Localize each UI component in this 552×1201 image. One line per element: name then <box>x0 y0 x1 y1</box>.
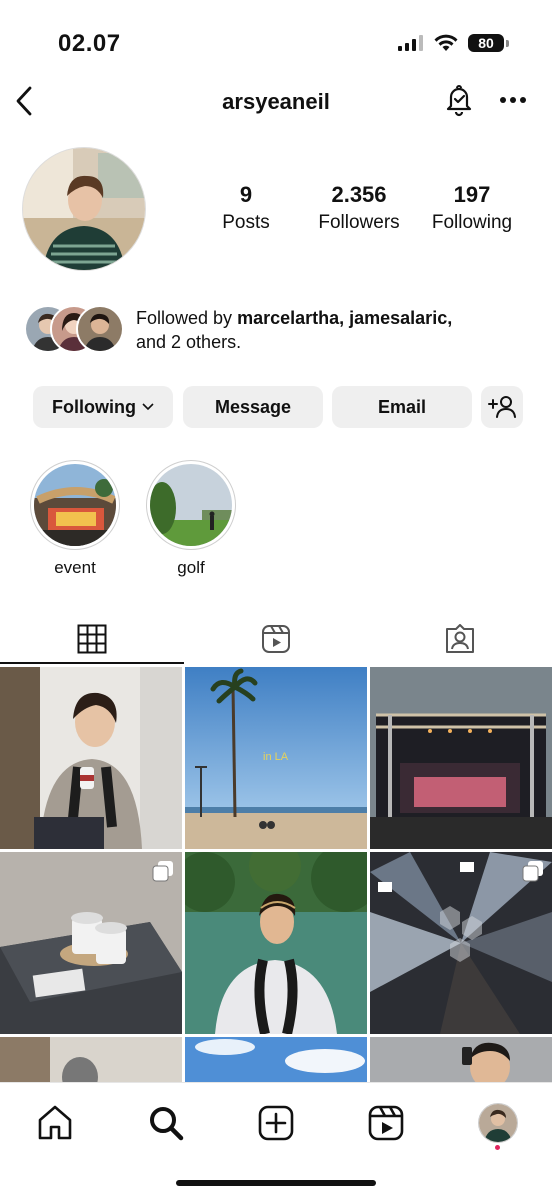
home-icon[interactable] <box>35 1103 75 1143</box>
profile-avatar[interactable] <box>478 1103 518 1143</box>
status-icons: 80 <box>398 34 509 52</box>
highlight-ring <box>30 460 120 550</box>
email-button[interactable]: Email <box>332 386 472 428</box>
signal-icon <box>398 35 423 51</box>
highlight-label: event <box>54 558 96 577</box>
wifi-icon <box>434 34 458 51</box>
stat-posts[interactable]: 9 Posts <box>206 182 286 234</box>
grid-post[interactable]: in LA <box>185 667 367 849</box>
battery-indicator: 80 <box>468 34 509 52</box>
grid-post[interactable] <box>0 667 182 849</box>
active-tab-indicator <box>0 662 184 664</box>
add-user-button[interactable] <box>481 386 523 428</box>
highlight-cover <box>150 464 232 546</box>
grid-post[interactable] <box>185 1037 367 1082</box>
followed-by-rest: and 2 others. <box>136 332 242 352</box>
following-button[interactable]: Following <box>33 386 173 428</box>
more-icon[interactable] <box>498 92 528 108</box>
stat-following[interactable]: 197 Following <box>424 182 520 234</box>
grid-icon <box>77 624 107 654</box>
tab-tagged[interactable] <box>368 616 552 662</box>
tab-posts-grid[interactable] <box>0 616 184 662</box>
grid-post[interactable] <box>370 1037 552 1082</box>
tab-reels[interactable] <box>184 616 368 662</box>
followed-by-names: marcelartha, jamesalaric, <box>237 308 453 328</box>
search-icon[interactable] <box>146 1103 186 1143</box>
mutual-followers-avatars[interactable] <box>24 305 124 353</box>
chevron-down-icon <box>142 403 154 411</box>
highlight-golf[interactable]: golf <box>146 460 236 578</box>
post-overlay-text: in LA <box>263 751 289 763</box>
grid-post[interactable] <box>0 1037 182 1082</box>
stat-followers[interactable]: 2.356 Followers <box>306 182 412 234</box>
message-button-label: Message <box>214 396 292 417</box>
status-time: 02.07 <box>58 30 121 57</box>
grid-post[interactable] <box>0 852 182 1034</box>
multiple-photos-icon <box>152 861 173 882</box>
highlight-ring <box>146 460 236 550</box>
grid-post[interactable] <box>370 667 552 849</box>
grid-post[interactable] <box>185 852 367 1034</box>
posts-count: 9 <box>239 182 253 207</box>
posts-label: Posts <box>222 212 270 233</box>
profile-avatar[interactable] <box>22 147 146 271</box>
multiple-photos-icon <box>522 861 543 882</box>
notification-dot <box>495 1145 500 1150</box>
message-button[interactable]: Message <box>183 386 323 428</box>
tagged-icon <box>446 624 474 653</box>
home-indicator <box>176 1180 376 1186</box>
followers-count: 2.356 <box>331 182 387 207</box>
reels-nav-icon[interactable] <box>366 1103 406 1143</box>
email-button-label: Email <box>377 396 427 417</box>
mutual-avatar <box>76 305 124 353</box>
followed-by-text[interactable]: Followed by marcelartha, jamesalaric, an… <box>136 306 516 354</box>
reels-icon <box>262 625 290 653</box>
create-icon[interactable] <box>256 1103 296 1143</box>
bell-icon[interactable] <box>442 82 476 118</box>
followed-by-prefix: Followed by <box>136 308 238 328</box>
add-user-icon <box>488 396 516 418</box>
grid-post[interactable] <box>370 852 552 1034</box>
followers-label: Followers <box>318 212 400 233</box>
highlight-event[interactable]: event <box>30 460 120 578</box>
highlight-label: golf <box>177 558 205 577</box>
highlight-cover <box>34 464 116 546</box>
following-count: 197 <box>453 182 491 207</box>
following-label: Following <box>431 212 513 233</box>
following-button-label: Following <box>52 396 136 417</box>
